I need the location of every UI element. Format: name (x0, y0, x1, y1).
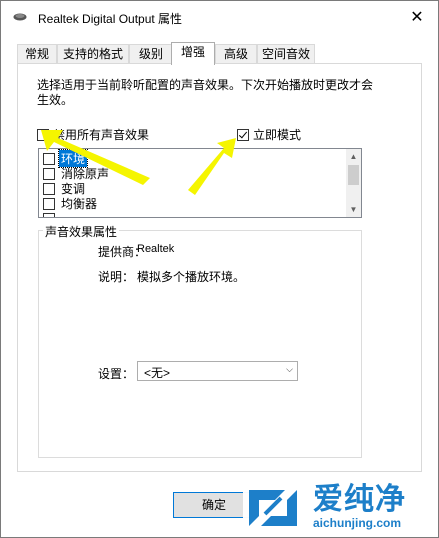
setting-dropdown[interactable]: <无> ⌵ (137, 361, 298, 381)
effects-list[interactable]: 环境 消除原声 变调 均衡器 ▲ ▼ (38, 148, 362, 218)
effect-label: 均衡器 (61, 197, 98, 211)
disable-all-effects-checkbox[interactable]: 禁用所有声音效果 (37, 126, 149, 143)
tab-spatial-sound[interactable]: 空间音效 (257, 44, 315, 64)
immediate-mode-checkbox[interactable]: 立即模式 (237, 126, 301, 143)
provider-value: Realtek (137, 243, 175, 255)
checkbox-box[interactable] (43, 167, 55, 180)
brand-url: aichunjing.com (313, 516, 402, 530)
brand-logo-icon (249, 490, 297, 526)
brand-name: 爱纯净 (313, 483, 406, 516)
tab-advanced[interactable]: 高级 (215, 44, 257, 64)
watermark: 爱纯净 aichunjing.com (243, 482, 435, 534)
title-bar[interactable]: Realtek Digital Output 属性 ✕ (1, 1, 438, 35)
effect-properties-group: 声音效果属性 提供商： Realtek 说明： 模拟多个播放环境。 设置： <无… (38, 223, 362, 458)
checkbox-box[interactable] (37, 128, 49, 141)
close-icon: ✕ (410, 9, 424, 26)
window-title: Realtek Digital Output 属性 (38, 12, 183, 26)
tab-levels[interactable]: 级别 (129, 44, 173, 64)
list-scrollbar[interactable]: ▲ ▼ (346, 149, 361, 217)
checkbox-box[interactable] (43, 212, 55, 217)
speaker-icon (13, 13, 27, 21)
description-value: 模拟多个播放环境。 (137, 270, 246, 284)
checkbox-box[interactable] (43, 182, 55, 195)
checkbox-box[interactable] (43, 152, 55, 165)
setting-label: 设置： (98, 367, 135, 381)
list-item-environment[interactable]: 环境 (43, 149, 89, 168)
scroll-up-icon[interactable]: ▲ (346, 149, 361, 164)
list-item-partial[interactable] (43, 211, 63, 217)
scroll-down-icon[interactable]: ▼ (346, 202, 361, 217)
properties-window: Realtek Digital Output 属性 ✕ 常规 支持的格式 级别 … (0, 0, 439, 538)
enhancements-description: 选择适用于当前聆听配置的声音效果。下次开始播放时更改才会生效。 (37, 78, 374, 107)
scroll-thumb[interactable] (348, 165, 359, 185)
list-item-voice-cancellation[interactable]: 消除原声 (43, 166, 111, 181)
tab-supported-formats[interactable]: 支持的格式 (57, 44, 129, 64)
enhancements-panel: 选择适用于当前聆听配置的声音效果。下次开始播放时更改才会生效。 禁用所有声音效果… (17, 63, 422, 472)
tab-strip: 常规 支持的格式 级别 增强 高级 空间音效 (17, 42, 425, 65)
tab-general[interactable]: 常规 (17, 44, 57, 64)
checkbox-box-checked[interactable] (237, 128, 249, 141)
immediate-mode-label: 立即模式 (253, 128, 302, 142)
list-item-equalizer[interactable]: 均衡器 (43, 196, 99, 211)
group-title: 声音效果属性 (43, 223, 120, 240)
description-label: 说明： (98, 270, 135, 284)
chevron-down-icon: ⌵ (286, 364, 293, 374)
disable-all-effects-label: 禁用所有声音效果 (53, 128, 150, 142)
tab-enhancements[interactable]: 增强 (171, 42, 215, 65)
checkbox-box[interactable] (43, 197, 55, 210)
list-item-pitch-shift[interactable]: 变调 (43, 181, 87, 196)
setting-value: <无> (144, 366, 171, 380)
close-button[interactable]: ✕ (400, 3, 434, 33)
